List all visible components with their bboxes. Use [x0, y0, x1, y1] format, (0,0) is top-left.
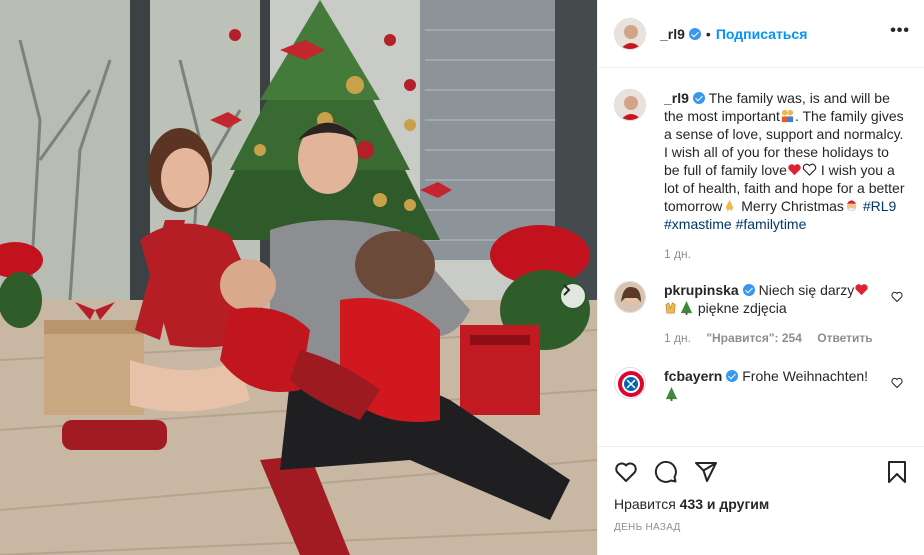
comment-text: fcbayern Frohe Weihnachten!	[664, 367, 907, 403]
caption-text-part4: Merry Christmas	[741, 198, 844, 214]
verified-icon	[742, 284, 755, 296]
caption-username[interactable]: _rl9	[664, 90, 689, 106]
next-photo-button[interactable]	[561, 284, 585, 308]
avatar-image	[615, 90, 645, 120]
comment-avatar[interactable]	[614, 281, 646, 313]
author-username[interactable]: _rl9	[660, 26, 685, 42]
post-header: _rl9 • Подписаться •••	[598, 0, 924, 68]
avatar-image	[615, 18, 645, 49]
praying-hands-emoji-icon	[726, 199, 734, 212]
like-comment-heart-icon[interactable]	[891, 291, 903, 303]
red-heart-emoji-icon	[855, 284, 868, 296]
caption-text: _rl9 The family was, is and will be the …	[664, 89, 907, 263]
like-comment-heart-icon[interactable]	[891, 377, 903, 389]
post-actions: Нравится 433 и другим ДЕНЬ НАЗАД	[598, 446, 924, 555]
fcbayern-logo-icon	[615, 368, 645, 398]
likes-suffix[interactable]: и другим	[707, 496, 769, 512]
comments-section[interactable]: _rl9 The family was, is and will be the …	[598, 69, 924, 446]
likes-summary[interactable]: Нравится 433 и другим	[614, 496, 909, 512]
santa-emoji-icon	[846, 200, 857, 212]
comment-item: fcbayern Frohe Weihnachten!	[614, 367, 909, 403]
hashtag-rl9[interactable]: #RL9	[863, 198, 896, 214]
comment-likes[interactable]: "Нравится": 254	[706, 331, 802, 345]
raising-hands-emoji-icon	[665, 302, 676, 314]
white-heart-emoji-icon	[802, 163, 817, 176]
author-avatar[interactable]	[614, 17, 646, 50]
likes-prefix: Нравится	[614, 496, 676, 512]
bookmark-icon[interactable]	[885, 460, 909, 484]
red-heart-emoji-icon	[788, 164, 801, 176]
post-sidebar: _rl9 • Подписаться ••• _rl9 The family w…	[597, 0, 924, 555]
verified-icon	[726, 370, 739, 382]
family-emoji-icon	[781, 109, 794, 123]
share-icon[interactable]	[694, 460, 718, 484]
separator-dot: •	[705, 25, 711, 42]
post-photo[interactable]	[0, 0, 597, 555]
hashtag-xmastime[interactable]: #xmastime	[664, 216, 732, 232]
comment-text-part1: Frohe Weihnachten!	[742, 368, 869, 384]
comment-username[interactable]: pkrupinska	[664, 282, 739, 298]
verified-icon	[692, 92, 705, 104]
caption-time[interactable]: 1 дн.	[664, 247, 691, 261]
verified-icon	[688, 27, 701, 40]
christmas-tree-emoji-icon	[680, 300, 693, 315]
hashtag-familytime[interactable]: #familytime	[736, 216, 807, 232]
comment-text-part2: piękne zdjęcia	[697, 300, 787, 316]
caption: _rl9 The family was, is and will be the …	[614, 89, 909, 263]
follow-button[interactable]: Подписаться	[716, 26, 808, 42]
post-date[interactable]: ДЕНЬ НАЗАД	[614, 522, 909, 533]
comment-meta: 1 дн. "Нравится": 254 Ответить	[664, 329, 907, 347]
likes-count[interactable]: 433	[680, 496, 703, 512]
instagram-post: _rl9 • Подписаться ••• _rl9 The family w…	[0, 0, 924, 555]
comment-username[interactable]: fcbayern	[664, 368, 722, 384]
caption-meta: 1 дн.	[664, 245, 907, 263]
more-options-button[interactable]: •••	[890, 22, 910, 40]
comment-text-part1: Niech się darzy	[758, 282, 855, 298]
family-christmas-photo	[0, 0, 597, 555]
comment-time[interactable]: 1 дн.	[664, 331, 691, 345]
comment-text: pkrupinska Niech się darzy piękne zdjęci…	[664, 281, 907, 347]
heart-icon[interactable]	[614, 460, 638, 484]
action-icons	[614, 459, 909, 485]
christmas-tree-emoji-icon	[665, 386, 678, 401]
caption-avatar[interactable]	[614, 89, 646, 121]
avatar-image	[615, 282, 645, 312]
chevron-right-icon	[563, 284, 571, 296]
comment-item: pkrupinska Niech się darzy piękne zdjęci…	[614, 281, 909, 347]
comment-icon[interactable]	[654, 460, 678, 484]
comment-avatar[interactable]	[614, 367, 646, 399]
reply-button[interactable]: Ответить	[817, 331, 872, 345]
